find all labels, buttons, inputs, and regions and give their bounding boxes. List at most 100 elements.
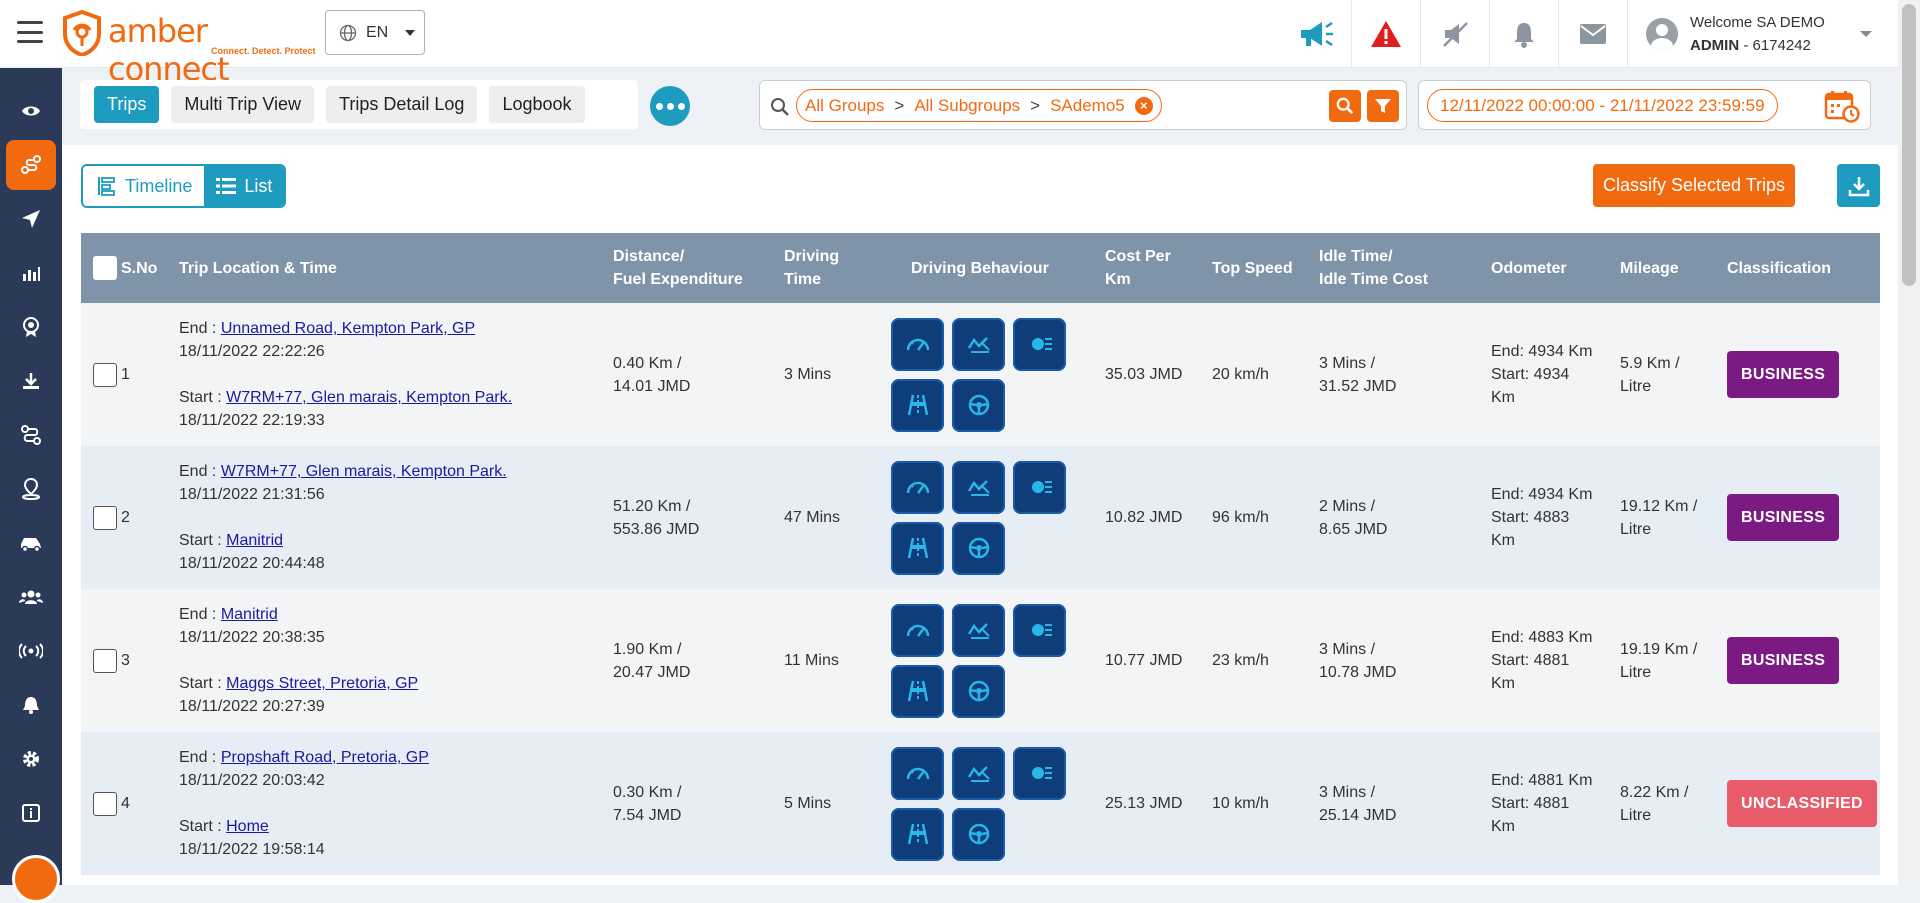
breadcrumb-subgroup[interactable]: All Subgroups (914, 96, 1020, 116)
list-view-button[interactable]: List (204, 166, 285, 206)
trip-location-cell: End : Manitrid 18/11/2022 20:38:35 Start… (179, 589, 613, 732)
header-idle-line1: Idle Time/ (1319, 248, 1393, 265)
date-range-picker[interactable]: 12/11/2022 00:00:00 - 21/11/2022 23:59:5… (1427, 89, 1778, 122)
breadcrumb-vehicle[interactable]: SAdemo5 (1050, 96, 1125, 116)
calendar-clock-icon[interactable] (1824, 89, 1860, 123)
trip-end: End : W7RM+77, Glen marais, Kempton Park… (179, 460, 613, 483)
idle-time-cell: 3 Mins / 25.14 JMD (1319, 732, 1491, 875)
sidebar-item-notifications[interactable] (0, 678, 62, 732)
tab-trips-detail-log[interactable]: Trips Detail Log (326, 86, 478, 123)
behaviour-headlight-button[interactable] (1013, 746, 1066, 800)
sidebar-item-reports[interactable] (0, 246, 62, 300)
behaviour-steering-button[interactable] (952, 807, 1005, 861)
speedometer-icon (906, 767, 929, 780)
behaviour-speedometer-button[interactable] (891, 460, 944, 514)
mileage-unit: Litre (1620, 806, 1652, 824)
tab-multi-trip-view[interactable]: Multi Trip View (171, 86, 315, 123)
behaviour-icons (891, 317, 1105, 432)
mute-icon[interactable] (1421, 0, 1490, 68)
classification-cell: BUSINESS (1727, 446, 1880, 589)
chevron-down-icon (405, 29, 416, 36)
start-location-link[interactable]: W7RM+77, Glen marais, Kempton Park. (226, 389, 512, 406)
classification-badge[interactable]: BUSINESS (1727, 637, 1840, 684)
end-location-link[interactable]: Unnamed Road, Kempton Park, GP (221, 320, 475, 337)
behaviour-highway-button[interactable] (891, 807, 944, 861)
breadcrumb-group[interactable]: All Groups (805, 96, 884, 116)
classification-badge[interactable]: BUSINESS (1727, 351, 1840, 398)
clear-filter-icon[interactable]: × (1134, 96, 1153, 115)
amber-connect-logo[interactable]: amber connect Connect. Detect. Protect (62, 8, 316, 88)
select-all-checkbox[interactable] (93, 256, 117, 280)
sidebar-item-navigate[interactable] (0, 192, 62, 246)
end-location-link[interactable]: Manitrid (221, 606, 278, 623)
behaviour-harsh-brake-button[interactable] (952, 746, 1005, 800)
behaviour-steering-button[interactable] (952, 521, 1005, 575)
sidebar-item-settings[interactable] (0, 732, 62, 786)
chat-icon[interactable] (12, 855, 60, 903)
sidebar-item-trips[interactable] (6, 140, 56, 190)
language-select[interactable]: EN (325, 10, 425, 55)
end-location-link[interactable]: W7RM+77, Glen marais, Kempton Park. (221, 463, 507, 480)
behaviour-harsh-brake-button[interactable] (952, 460, 1005, 514)
page-scrollbar[interactable] (1898, 0, 1920, 885)
mail-icon[interactable] (1559, 0, 1628, 68)
classification-badge[interactable]: BUSINESS (1727, 494, 1840, 541)
alert-icon[interactable] (1352, 0, 1421, 68)
behaviour-highway-button[interactable] (891, 521, 944, 575)
behaviour-headlight-button[interactable] (1013, 317, 1066, 371)
row-checkbox[interactable] (93, 648, 117, 673)
behaviour-harsh-brake-button[interactable] (952, 317, 1005, 371)
behaviour-steering-button[interactable] (952, 664, 1005, 718)
sidebar-item-vehicles[interactable] (0, 516, 62, 570)
end-time: 18/11/2022 21:31:56 (179, 486, 325, 503)
search-button[interactable] (1329, 90, 1361, 122)
start-location-link[interactable]: Home (226, 818, 269, 835)
sidebar-item-rewards[interactable] (0, 300, 62, 354)
odometer-start: Start: 4934 (1491, 366, 1570, 383)
download-button[interactable] (1837, 164, 1880, 207)
mileage-unit: Litre (1620, 663, 1652, 681)
scrollbar-thumb[interactable] (1902, 4, 1916, 286)
tab-logbook[interactable]: Logbook (489, 86, 585, 123)
classify-selected-trips-button[interactable]: Classify Selected Trips (1593, 164, 1795, 207)
behaviour-highway-button[interactable] (891, 664, 944, 718)
sidebar-item-live-view[interactable] (0, 84, 62, 138)
cost-per-km-cell: 35.03 JMD (1105, 366, 1183, 383)
behaviour-steering-button[interactable] (952, 378, 1005, 432)
header-classification: Classification (1727, 259, 1832, 277)
bell-icon[interactable] (1490, 0, 1559, 68)
row-checkbox[interactable] (93, 362, 117, 387)
distance-value: 51.20 Km / (613, 497, 691, 515)
start-location-link[interactable]: Maggs Street, Pretoria, GP (226, 675, 418, 692)
tab-trips[interactable]: Trips (94, 86, 160, 123)
end-location-link[interactable]: Propshaft Road, Pretoria, GP (221, 749, 429, 766)
behaviour-headlight-button[interactable] (1013, 460, 1066, 514)
behaviour-highway-button[interactable] (891, 378, 944, 432)
mileage-cell: 8.22 Km / Litre (1620, 732, 1727, 875)
group-breadcrumb[interactable]: All Groups > All Subgroups > SAdemo5 × (796, 89, 1162, 122)
user-menu[interactable]: Welcome SA DEMO ADMIN - 6174242 (1628, 0, 1898, 68)
sidebar-item-users[interactable] (0, 570, 62, 624)
start-location-link[interactable]: Manitrid (226, 532, 283, 549)
header-top-speed: Top Speed (1212, 259, 1293, 277)
sidebar-item-devices[interactable] (0, 624, 62, 678)
filter-button[interactable] (1367, 90, 1399, 122)
sidebar-item-routes[interactable] (0, 408, 62, 462)
timeline-view-button[interactable]: Timeline (83, 166, 205, 206)
row-checkbox[interactable] (93, 791, 117, 816)
sidebar-item-info[interactable] (0, 786, 62, 840)
sidebar-item-download[interactable] (0, 354, 62, 408)
behaviour-speedometer-button[interactable] (891, 603, 944, 657)
behaviour-headlight-button[interactable] (1013, 603, 1066, 657)
menu-icon[interactable] (14, 17, 46, 47)
user-welcome: Welcome SA DEMO (1690, 14, 1825, 31)
route-icon (21, 425, 41, 445)
more-options-button[interactable] (650, 86, 690, 126)
behaviour-speedometer-button[interactable] (891, 746, 944, 800)
behaviour-speedometer-button[interactable] (891, 317, 944, 371)
row-checkbox[interactable] (93, 505, 117, 530)
megaphone-icon[interactable] (1283, 0, 1352, 68)
classification-badge[interactable]: UNCLASSIFIED (1727, 780, 1877, 827)
sidebar-item-locations[interactable] (0, 462, 62, 516)
behaviour-harsh-brake-button[interactable] (952, 603, 1005, 657)
